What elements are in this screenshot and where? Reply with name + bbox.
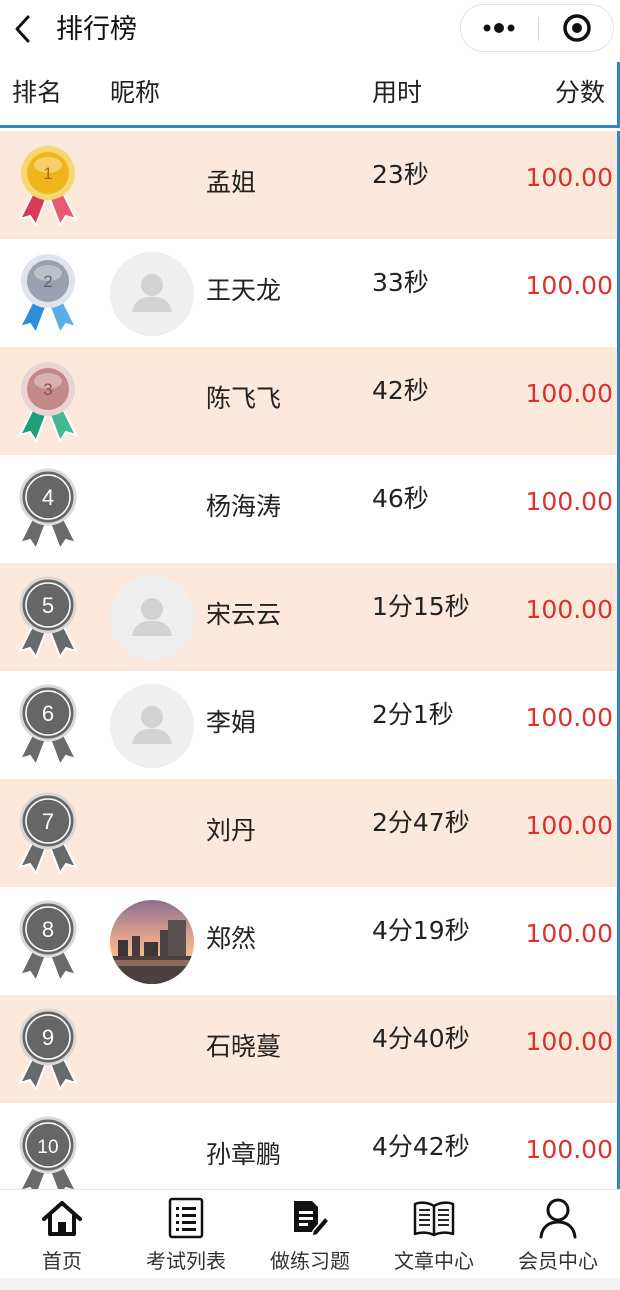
score: 100.00: [525, 595, 613, 624]
ranking-row[interactable]: 6 李娟 2分1秒 100.00: [0, 671, 617, 779]
tab-label: 首页: [42, 1249, 82, 1273]
time-used: 1分15秒: [372, 592, 470, 621]
score: 100.00: [525, 703, 613, 732]
close-button[interactable]: [539, 5, 615, 51]
home-icon: [42, 1201, 82, 1236]
score: 100.00: [525, 1027, 613, 1056]
medal-rank-number: 3: [43, 380, 52, 399]
column-header-score: 分数: [554, 78, 605, 107]
nickname: 孟姐: [206, 168, 257, 197]
target-close-icon: [563, 14, 591, 42]
medal-rank-number: 5: [42, 593, 54, 618]
score: 100.00: [525, 487, 613, 516]
tab-practice[interactable]: 做练习题: [248, 1190, 372, 1279]
medal-rank-number: 1: [43, 164, 52, 183]
score: 100.00: [525, 379, 613, 408]
medal-rank-number: 6: [42, 701, 54, 726]
tab-articles[interactable]: 文章中心: [372, 1190, 496, 1279]
nickname: 陈飞飞: [206, 384, 282, 413]
user-icon: [539, 1198, 577, 1239]
nickname: 刘丹: [206, 816, 257, 845]
rank-medal-icon: 10: [12, 1113, 84, 1189]
more-dots-icon: [483, 23, 515, 33]
score: 100.00: [525, 163, 613, 192]
medal-rank-number: 10: [37, 1137, 58, 1158]
tab-label: 会员中心: [518, 1249, 598, 1273]
rank-medal-icon: 7: [12, 789, 84, 876]
nickname: 宋云云: [206, 600, 282, 629]
nickname: 石晓蔓: [206, 1032, 282, 1061]
rank-medal-icon: 9: [12, 1005, 84, 1092]
tab-member-center[interactable]: 会员中心: [496, 1190, 620, 1279]
column-header-rank: 排名: [12, 78, 63, 107]
navigation-bar: 排行榜: [0, 0, 620, 62]
medal-rank-number: 8: [42, 917, 54, 942]
time-used: 46秒: [372, 484, 429, 513]
more-button[interactable]: [461, 5, 537, 51]
time-used: 4分19秒: [372, 916, 470, 945]
ranking-row[interactable]: 8 郑然 4分19秒 100.00: [0, 887, 617, 995]
tab-label: 考试列表: [146, 1249, 226, 1273]
ranking-row[interactable]: 5 宋云云 1分15秒 100.00: [0, 563, 617, 671]
ranking-row[interactable]: 3 陈飞飞 42秒 100.00: [0, 347, 617, 455]
home-indicator-area: [0, 1278, 620, 1290]
nickname: 李娟: [206, 708, 257, 737]
ranking-row[interactable]: 2 王天龙 33秒 100.00: [0, 239, 617, 347]
score: 100.00: [525, 271, 613, 300]
chevron-left-icon: [15, 15, 30, 43]
time-used: 4分40秒: [372, 1024, 470, 1053]
bottom-tab-bar: 首页 考试列表 做练习题 文章中心 会员中心: [0, 1189, 620, 1279]
default-avatar-icon: [110, 252, 194, 336]
column-header-time: 用时: [372, 78, 423, 107]
column-header-nickname: 昵称: [110, 78, 161, 107]
medal-rank-number: 2: [43, 272, 52, 291]
nickname: 王天龙: [206, 276, 282, 305]
time-used: 4分42秒: [372, 1132, 470, 1161]
ranking-row[interactable]: 10 孙章鹏 4分42秒 100.00: [0, 1103, 617, 1189]
score: 100.00: [525, 1135, 613, 1164]
rank-medal-icon: 4: [12, 465, 84, 552]
tab-label: 文章中心: [394, 1249, 474, 1273]
time-used: 23秒: [372, 160, 429, 189]
table-header: 排名 昵称 用时 分数: [0, 62, 620, 128]
nickname: 杨海涛: [206, 492, 282, 521]
nickname: 郑然: [206, 924, 257, 953]
bronze-medal-icon: 3: [12, 357, 84, 444]
medal-rank-number: 7: [42, 809, 54, 834]
score: 100.00: [525, 919, 613, 948]
ranking-row[interactable]: 9 石晓蔓 4分40秒 100.00: [0, 995, 617, 1103]
score: 100.00: [525, 811, 613, 840]
time-used: 42秒: [372, 376, 429, 405]
nickname: 孙章鹏: [206, 1140, 282, 1169]
ranking-list[interactable]: 1 孟姐 23秒 100.00 2 王天龙 33秒 100.00 3 陈飞飞 42秒 100.00 4 杨…: [0, 131, 620, 1189]
silver-medal-icon: 2: [12, 249, 84, 336]
book-icon: [413, 1201, 455, 1237]
gold-medal-icon: 1: [12, 141, 84, 228]
rank-medal-icon: 6: [12, 681, 84, 768]
tab-label: 做练习题: [270, 1249, 350, 1273]
ranking-row[interactable]: 7 刘丹 2分47秒 100.00: [0, 779, 617, 887]
ranking-row[interactable]: 4 杨海涛 46秒 100.00: [0, 455, 617, 563]
mini-program-capsule: [460, 4, 614, 52]
default-avatar-icon: [110, 576, 194, 660]
time-used: 33秒: [372, 268, 429, 297]
default-avatar-icon: [110, 684, 194, 768]
medal-rank-number: 9: [42, 1025, 54, 1050]
back-button[interactable]: [6, 12, 40, 46]
medal-rank-number: 4: [42, 485, 54, 510]
list-icon: [168, 1197, 204, 1239]
rank-medal-icon: 8: [12, 897, 84, 984]
tab-exam-list[interactable]: 考试列表: [124, 1190, 248, 1279]
page-title: 排行榜: [56, 14, 137, 45]
rank-medal-icon: 5: [12, 573, 84, 660]
edit-document-icon: [294, 1201, 330, 1237]
ranking-row[interactable]: 1 孟姐 23秒 100.00: [0, 131, 617, 239]
time-used: 2分47秒: [372, 808, 470, 837]
tab-home[interactable]: 首页: [0, 1190, 124, 1279]
avatar-photo: [110, 900, 194, 984]
time-used: 2分1秒: [372, 700, 454, 729]
